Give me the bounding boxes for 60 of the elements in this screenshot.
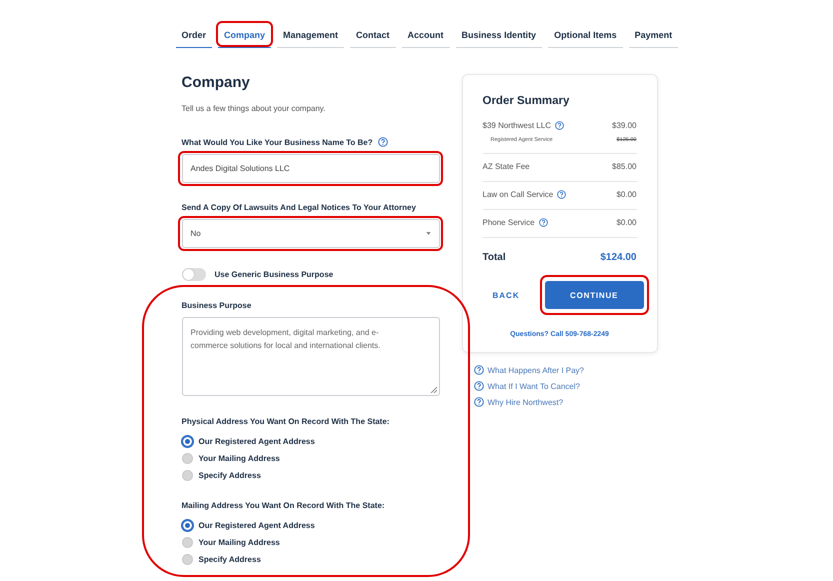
item-label: Law on Call Service [482,190,554,199]
step-tab[interactable]: Company [218,24,272,48]
step-tab[interactable]: Contact [350,24,396,48]
step-tab[interactable]: Order [176,24,212,48]
total-label: Total [482,252,506,263]
field-label: Send A Copy Of Lawsuits And Legal Notices To Your Attorney [182,203,416,212]
radio-button[interactable] [182,520,192,531]
group-label: Physical Address You Want On Record With The State: [182,417,390,426]
total-value: $124.00 [600,252,636,263]
help-icon[interactable] [474,397,484,407]
field-label: What Would You Like Your Business Name To Be? [182,138,373,146]
item-label: AZ State Fee [482,162,530,171]
help-icon[interactable] [538,218,548,227]
continue-button[interactable]: CONTINUE [544,281,644,309]
radio-option[interactable]: Your Mailing Address [182,453,440,464]
item-price: $39.00 [612,121,636,130]
resize-grip-icon[interactable] [430,386,436,393]
radio-option[interactable]: Specify Address [182,554,440,565]
caret-icon [426,232,430,235]
back-button[interactable]: BACK [482,290,530,300]
radio-button[interactable] [182,470,192,481]
radio-option[interactable]: Specify Address [182,470,440,481]
help-link[interactable]: What Happens After I Pay? [488,366,584,374]
help-link[interactable]: What If I Want To Cancel? [488,382,580,390]
help-icon[interactable] [474,365,484,375]
radio-option[interactable]: Your Mailing Address [182,537,440,548]
item-price: $0.00 [616,218,636,227]
item-price: $85.00 [612,162,636,171]
help-icon[interactable] [557,190,566,199]
radio-button[interactable] [182,537,192,548]
text-area-value: Providing web development, digital marketing, and e-commerce solutions for local and international clients. [190,328,380,350]
text-field[interactable]: Andes Digital Solutions LLC [182,154,440,183]
group-label: Mailing Address You Want On Record With The State: [182,501,385,510]
radio-button[interactable] [182,453,192,464]
toggle-switch[interactable] [182,268,206,281]
field-label: Business Purpose [182,301,252,310]
field-value: Andes Digital Solutions LLC [190,164,290,173]
help-link[interactable]: Why Hire Northwest? [488,398,564,406]
step-tab[interactable]: Business Identity [456,24,542,48]
item-label: $39 Northwest LLC [482,121,551,130]
step-tab[interactable]: Payment [628,24,678,48]
text-area[interactable]: Providing web development, digital marketing, and e-commerce solutions for local and international clients. [182,317,440,396]
page-subtitle: Tell us a few things about your company. [182,104,326,113]
item-price: $0.00 [616,190,636,199]
radio-option[interactable]: Our Registered Agent Address [182,520,440,531]
help-icon[interactable] [474,381,484,391]
help-icon[interactable] [378,137,388,147]
help-icon[interactable] [554,121,564,130]
summary-title: Order Summary [482,95,570,107]
radio-option[interactable]: Our Registered Agent Address [182,436,440,447]
item-label: Phone Service [482,218,535,227]
toggle-label: Use Generic Business Purpose [214,270,334,279]
radio-button[interactable] [182,436,192,447]
step-tab[interactable]: Optional Items [548,24,623,48]
select-value: No [190,229,201,238]
select-field[interactable]: No [182,219,440,248]
radio-button[interactable] [182,554,192,565]
page-title: Company [182,74,251,91]
step-tab[interactable]: Management [277,24,344,48]
step-tab[interactable]: Account [402,24,450,48]
